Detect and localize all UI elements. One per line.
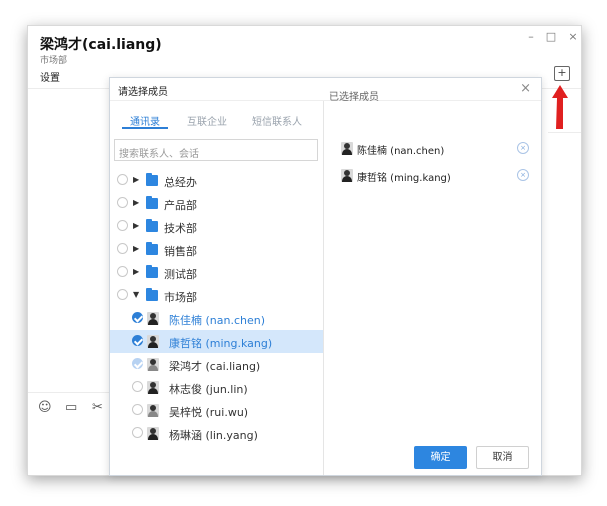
dept-row[interactable]: ▶ 测试部 <box>110 261 323 284</box>
checkbox-disabled-icon <box>132 358 143 369</box>
radio-button[interactable] <box>117 266 128 277</box>
member-name: 杨琳涵 (lin.yang) <box>169 429 258 442</box>
avatar <box>147 358 159 371</box>
expand-caret-icon[interactable]: ▶ <box>133 244 139 253</box>
emoji-icon[interactable]: ☺ <box>38 400 52 415</box>
red-arrow-annotation <box>552 85 568 129</box>
member-name: 梁鸿才 (cai.liang) <box>169 360 261 373</box>
radio-button[interactable] <box>117 289 128 300</box>
dialog-header: 请选择成员 × <box>110 78 541 101</box>
dialog-title: 请选择成员 <box>118 87 168 98</box>
tab-sms-contacts[interactable]: 短信联系人 <box>252 113 302 128</box>
checkbox-checked-icon[interactable] <box>132 335 143 346</box>
scissors-icon[interactable]: ✂ <box>92 400 103 415</box>
member-name: 陈佳楠 (nan.chen) <box>169 314 266 327</box>
selected-members-title: 已选择成员 <box>329 92 379 103</box>
dept-row[interactable]: ▶ 销售部 <box>110 238 323 261</box>
expand-caret-icon[interactable]: ▶ <box>133 267 139 276</box>
member-row[interactable]: 杨琳涵 (lin.yang) <box>110 422 323 445</box>
cancel-button[interactable]: 取消 <box>476 446 529 469</box>
minimize-icon[interactable]: – <box>524 30 538 44</box>
selected-member-name: 康哲铭 (ming.kang) <box>357 173 451 184</box>
radio-button[interactable] <box>117 174 128 185</box>
dept-row[interactable]: ▶ 技术部 <box>110 215 323 238</box>
dept-row[interactable]: ▶ 总经办 <box>110 169 323 192</box>
remove-icon[interactable]: × <box>517 169 529 181</box>
confirm-button[interactable]: 确定 <box>414 446 467 469</box>
radio-button[interactable] <box>132 381 143 392</box>
radio-button[interactable] <box>117 220 128 231</box>
member-name: 林志俊 (jun.lin) <box>169 383 248 396</box>
member-row[interactable]: 梁鸿才 (cai.liang) <box>110 353 323 376</box>
radio-button[interactable] <box>117 197 128 208</box>
dept-name: 总经办 <box>164 176 197 189</box>
radio-button[interactable] <box>117 243 128 254</box>
settings-link[interactable]: 设置 <box>40 69 60 84</box>
composer-divider <box>28 392 110 393</box>
member-row[interactable]: 康哲铭 (ming.kang) <box>110 330 323 353</box>
dept-row[interactable]: ▼ 市场部 <box>110 284 323 307</box>
avatar <box>147 404 159 417</box>
selected-member-item: 陈佳楠 (nan.chen) × <box>324 139 541 159</box>
dept-name: 销售部 <box>164 245 197 258</box>
member-row[interactable]: 陈佳楠 (nan.chen) <box>110 307 323 330</box>
expand-caret-icon[interactable]: ▶ <box>133 198 139 207</box>
search-input[interactable]: 搜索联系人、会话 <box>114 139 318 161</box>
active-tab-indicator <box>122 127 168 129</box>
avatar <box>341 142 353 155</box>
add-member-button[interactable]: + <box>554 66 570 81</box>
expand-caret-icon[interactable]: ▶ <box>133 221 139 230</box>
folder-icon <box>146 173 158 186</box>
dept-name: 市场部 <box>164 291 197 304</box>
radio-button[interactable] <box>132 427 143 438</box>
avatar <box>341 169 353 182</box>
checkbox-checked-icon[interactable] <box>132 312 143 323</box>
avatar <box>147 335 159 348</box>
radio-button[interactable] <box>132 404 143 415</box>
expand-caret-icon[interactable]: ▶ <box>133 175 139 184</box>
folder-icon <box>146 219 158 232</box>
select-members-dialog: 请选择成员 × 通讯录 互联企业 短信联系人 搜索联系人、会话 ▶ 总经办 ▶ … <box>109 77 542 476</box>
maximize-icon[interactable]: □ <box>544 30 558 44</box>
remove-icon[interactable]: × <box>517 142 529 154</box>
member-row[interactable]: 吴梓悦 (rui.wu) <box>110 399 323 422</box>
dept-row[interactable]: ▶ 产品部 <box>110 192 323 215</box>
tab-contacts[interactable]: 通讯录 <box>130 113 160 128</box>
avatar <box>147 312 159 325</box>
dialog-close-icon[interactable]: × <box>520 81 531 96</box>
tab-partner-orgs[interactable]: 互联企业 <box>187 113 227 128</box>
chat-title: 梁鸿才(cai.liang) <box>40 37 162 53</box>
selected-member-item: 康哲铭 (ming.kang) × <box>324 166 541 186</box>
collapse-caret-icon[interactable]: ▼ <box>133 290 139 299</box>
chat-subtitle: 市场部 <box>40 56 68 66</box>
source-tabs: 通讯录 互联企业 短信联系人 <box>110 101 323 129</box>
member-name: 吴梓悦 (rui.wu) <box>169 406 249 419</box>
avatar <box>147 381 159 394</box>
dept-name: 测试部 <box>164 268 197 281</box>
folder-icon <box>146 288 158 301</box>
folder-icon <box>146 265 158 278</box>
member-name: 康哲铭 (ming.kang) <box>169 337 273 350</box>
close-icon[interactable]: × <box>566 30 580 44</box>
avatar <box>147 427 159 440</box>
dept-name: 产品部 <box>164 199 197 212</box>
member-row[interactable]: 林志俊 (jun.lin) <box>110 376 323 399</box>
image-icon[interactable]: ▭ <box>65 400 77 415</box>
dept-name: 技术部 <box>164 222 197 235</box>
folder-icon <box>146 242 158 255</box>
selected-member-name: 陈佳楠 (nan.chen) <box>357 146 445 157</box>
folder-icon <box>146 196 158 209</box>
